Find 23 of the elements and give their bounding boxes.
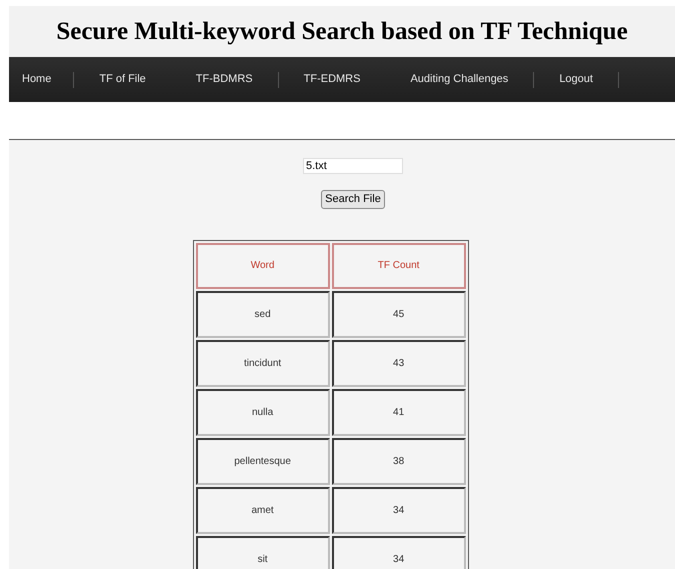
table-cell: pellentesque (196, 438, 330, 484)
nav-link[interactable]: TF-EDMRS (278, 71, 386, 88)
column-header: Word (196, 242, 330, 288)
table-cell: 38 (332, 438, 466, 484)
table-cell: tincidunt (196, 340, 330, 386)
table-cell: 41 (332, 388, 466, 436)
table-cell: 43 (332, 340, 466, 386)
table-cell: 34 (332, 486, 466, 534)
table-cell: nulla (196, 388, 330, 436)
nav-link[interactable]: TF of File (74, 71, 171, 88)
search-file-button[interactable]: Search File (321, 190, 385, 208)
table-cell: sed (196, 290, 330, 338)
table-cell: 45 (332, 290, 466, 338)
table-cell: amet (196, 486, 330, 534)
nav-link[interactable]: TF-BDMRS (170, 71, 278, 88)
column-header: TF Count (332, 242, 466, 288)
nav-link[interactable]: Home (9, 71, 74, 88)
nav-link[interactable]: Logout (534, 71, 618, 88)
table-cell: sit (196, 536, 330, 569)
file-name-field[interactable]: 5.txt (303, 158, 403, 174)
page-title: Secure Multi-keyword Search based on TF Technique (56, 16, 628, 47)
nav-link[interactable]: Auditing Challenges (385, 71, 534, 88)
table-cell: 34 (332, 536, 466, 569)
